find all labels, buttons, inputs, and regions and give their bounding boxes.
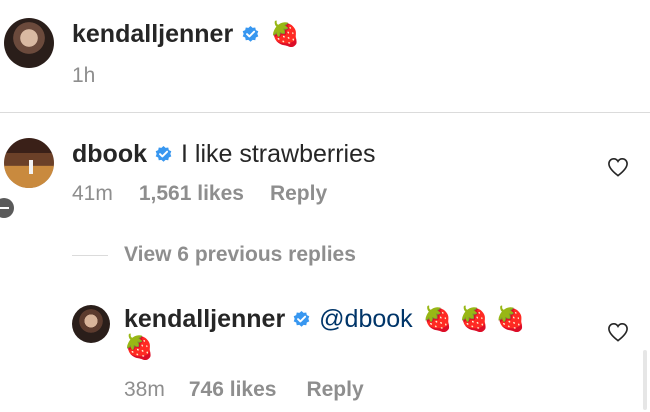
comment-likes[interactable]: 1,561 likes [139,182,244,206]
verified-icon [242,25,259,42]
verified-icon [155,145,172,162]
reply-meta: 38m 746 likes Reply [124,378,364,402]
verified-icon [293,310,310,327]
reply-mention-link[interactable]: @dbook [319,305,413,334]
post-caption-emoji: 🍓 [270,20,301,48]
comment-author-avatar[interactable] [4,138,54,188]
reply-time: 38m [124,378,165,401]
post-author-username[interactable]: kendalljenner [72,20,233,49]
comment-author-username[interactable]: dbook [72,140,147,169]
comment-meta: 41m 1,561 likes Reply [72,182,327,206]
reply-line: kendalljenner @dbook 🍓 🍓 🍓 [124,302,526,336]
comment-line: dbook I like strawberries [72,138,376,170]
scrollbar[interactable] [643,350,647,410]
reply-author-avatar[interactable] [72,305,110,343]
reply-reply-button[interactable]: Reply [306,378,363,402]
heart-icon[interactable] [607,157,629,177]
comment-text: I like strawberries [181,139,376,168]
replies-divider-line [72,255,108,256]
post-author-avatar[interactable] [4,18,54,68]
reply-author-username[interactable]: kendalljenner [124,305,285,334]
comment-time: 41m [72,182,113,205]
comment-reply-button[interactable]: Reply [270,182,327,206]
heart-icon[interactable] [607,322,629,342]
reply-emoji-line2: 🍓 [124,334,154,361]
reply-emoji-line1: 🍓 🍓 🍓 [422,305,526,333]
view-previous-replies-button[interactable]: View 6 previous replies [124,243,356,267]
post-time: 1h [72,64,96,87]
reply-likes[interactable]: 746 likes [189,378,277,402]
collapse-icon[interactable] [0,198,14,218]
divider [0,112,650,113]
post-header: kendalljenner 🍓 [72,18,300,50]
